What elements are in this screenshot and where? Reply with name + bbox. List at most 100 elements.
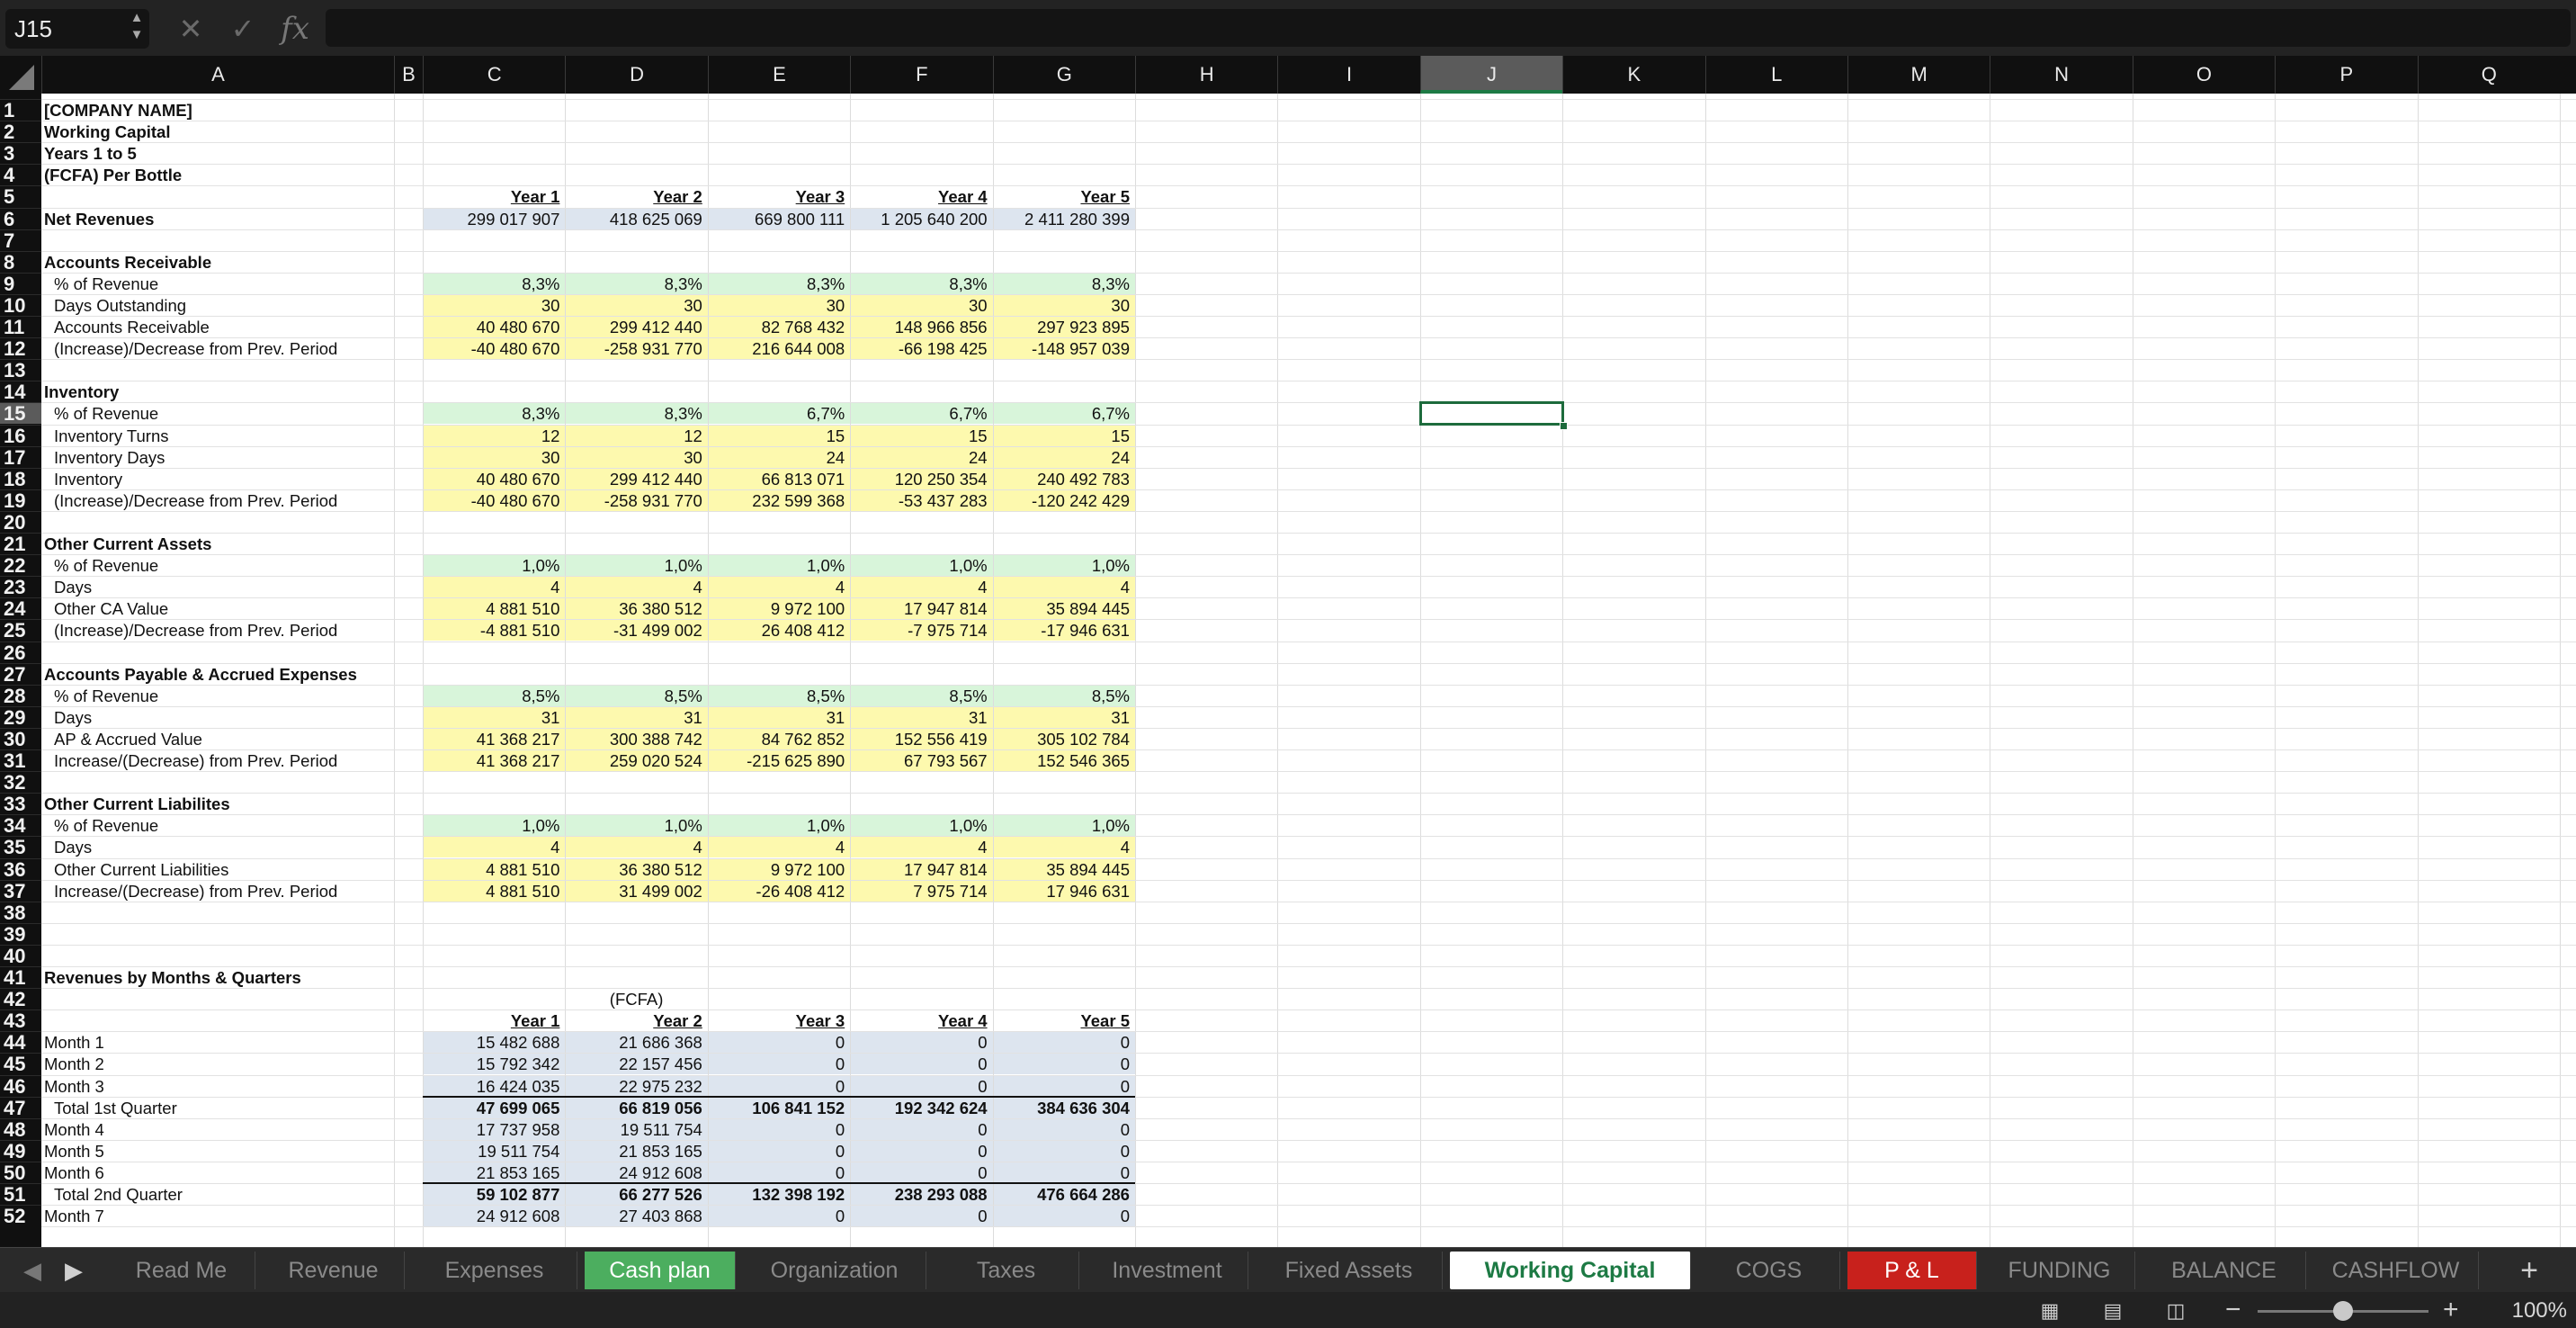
net-revenue-value[interactable]: 1 205 640 200 (850, 209, 992, 230)
value-cell[interactable]: 4 (565, 577, 707, 598)
page-layout-icon[interactable]: ▤ (2099, 1299, 2126, 1323)
value-cell[interactable]: 4 (708, 837, 850, 858)
value-cell[interactable]: 6,7% (850, 403, 992, 425)
row-label[interactable]: Days (41, 707, 394, 729)
value-cell[interactable]: 82 768 432 (708, 317, 850, 338)
fill-handle[interactable] (1560, 421, 1569, 430)
row-header-43[interactable]: 43 (0, 1009, 41, 1032)
month-value[interactable]: 24 912 608 (423, 1206, 565, 1227)
net-revenue-value[interactable]: 299 017 907 (423, 209, 565, 230)
period-cell[interactable]: Years 1 to 5 (41, 143, 394, 165)
month-value[interactable]: 0 (708, 1054, 850, 1075)
year-header-cell[interactable]: Year 4 (850, 1010, 992, 1032)
value-cell[interactable]: 120 250 354 (850, 469, 992, 490)
month-value[interactable]: 0 (850, 1032, 992, 1054)
row-label[interactable]: Increase/(Decrease) from Prev. Period (41, 750, 394, 772)
quarter-total-label[interactable]: Total 1st Quarter (41, 1098, 394, 1119)
month-value[interactable]: 15 482 688 (423, 1032, 565, 1054)
selected-cell-outline[interactable] (1418, 401, 1565, 426)
month-value[interactable]: 0 (850, 1162, 992, 1184)
row-label[interactable]: % of Revenue (41, 403, 394, 425)
sheet-tab-read-me[interactable]: Read Me (108, 1252, 255, 1289)
month-value[interactable]: 0 (993, 1162, 1135, 1184)
value-cell[interactable]: 8,3% (565, 274, 707, 295)
value-cell[interactable]: 66 813 071 (708, 469, 850, 490)
value-cell[interactable]: 4 (850, 837, 992, 858)
value-cell[interactable]: 4 (993, 577, 1135, 598)
value-cell[interactable]: 8,3% (423, 403, 565, 425)
value-cell[interactable]: 24 (993, 447, 1135, 469)
row-label[interactable]: (Increase)/Decrease from Prev. Period (41, 338, 394, 360)
month-value[interactable]: 0 (850, 1076, 992, 1098)
value-cell[interactable]: 41 368 217 (423, 729, 565, 750)
value-cell[interactable]: 67 793 567 (850, 750, 992, 772)
row-header-1[interactable]: 1 (0, 99, 41, 121)
row-header-32[interactable]: 32 (0, 771, 41, 794)
row-header-29[interactable]: 29 (0, 705, 41, 728)
column-header-m[interactable]: M (1847, 56, 1990, 94)
cancel-icon[interactable]: ✕ (173, 11, 209, 47)
row-header-36[interactable]: 36 (0, 857, 41, 880)
value-cell[interactable]: 4 (423, 837, 565, 858)
value-cell[interactable]: 24 (708, 447, 850, 469)
year-header-cell[interactable]: Year 5 (993, 1010, 1135, 1032)
row-header-9[interactable]: 9 (0, 272, 41, 294)
zoom-in-button[interactable]: + (2443, 1294, 2459, 1326)
row-header-18[interactable]: 18 (0, 467, 41, 489)
month-value[interactable]: 0 (993, 1119, 1135, 1141)
column-header-a[interactable]: A (41, 56, 394, 94)
year-header-cell[interactable]: Year 2 (565, 1010, 707, 1032)
month-value[interactable]: 17 737 958 (423, 1119, 565, 1141)
value-cell[interactable]: -40 480 670 (423, 338, 565, 360)
row-header-28[interactable]: 28 (0, 684, 41, 706)
value-cell[interactable]: 148 966 856 (850, 317, 992, 338)
row-header-46[interactable]: 46 (0, 1074, 41, 1097)
section-title[interactable]: Other Current Assets (41, 534, 394, 555)
value-cell[interactable]: 41 368 217 (423, 750, 565, 772)
month-label[interactable]: Month 2 (41, 1054, 394, 1075)
row-label[interactable]: Increase/(Decrease) from Prev. Period (41, 881, 394, 902)
row-label[interactable]: Accounts Receivable (41, 317, 394, 338)
value-cell[interactable]: -31 499 002 (565, 620, 707, 642)
row-label[interactable]: % of Revenue (41, 555, 394, 577)
quarter-total-value[interactable]: 384 636 304 (993, 1098, 1135, 1119)
value-cell[interactable]: 17 947 814 (850, 859, 992, 881)
value-cell[interactable]: 240 492 783 (993, 469, 1135, 490)
value-cell[interactable]: 15 (708, 426, 850, 447)
month-value[interactable]: 0 (850, 1119, 992, 1141)
revenues-months-title[interactable]: Revenues by Months & Quarters (41, 967, 394, 989)
month-value[interactable]: 21 686 368 (565, 1032, 707, 1054)
value-cell[interactable]: 30 (423, 295, 565, 317)
value-cell[interactable]: 4 881 510 (423, 859, 565, 881)
year-header-cell[interactable]: Year 5 (993, 186, 1135, 208)
value-cell[interactable]: 8,3% (850, 274, 992, 295)
row-label[interactable]: Days (41, 577, 394, 598)
value-cell[interactable]: 1,0% (993, 815, 1135, 837)
row-header-48[interactable]: 48 (0, 1117, 41, 1140)
quarter-total-value[interactable]: 476 664 286 (993, 1184, 1135, 1206)
unit-cell[interactable]: (FCFA) Per Bottle (41, 165, 394, 186)
sheet-tab-cashflow[interactable]: CASHFLOW (2313, 1252, 2479, 1289)
value-cell[interactable]: 8,3% (708, 274, 850, 295)
quarter-total-value[interactable]: 192 342 624 (850, 1098, 992, 1119)
sheet-title-cell[interactable]: Working Capital (41, 121, 394, 143)
value-cell[interactable]: 9 972 100 (708, 598, 850, 620)
row-label[interactable]: Other Current Liabilities (41, 859, 394, 881)
month-label[interactable]: Month 3 (41, 1076, 394, 1098)
section-title[interactable]: Accounts Receivable (41, 252, 394, 274)
row-header-39[interactable]: 39 (0, 922, 41, 945)
value-cell[interactable]: 232 599 368 (708, 490, 850, 512)
section-title[interactable]: Accounts Payable & Accrued Expenses (41, 664, 394, 686)
row-header-4[interactable]: 4 (0, 164, 41, 186)
month-value[interactable]: 0 (708, 1141, 850, 1162)
currency-label-cell[interactable]: (FCFA) (565, 989, 707, 1010)
row-header-11[interactable]: 11 (0, 316, 41, 338)
month-value[interactable]: 0 (993, 1054, 1135, 1075)
column-header-o[interactable]: O (2132, 56, 2275, 94)
value-cell[interactable]: 299 412 440 (565, 469, 707, 490)
month-label[interactable]: Month 5 (41, 1141, 394, 1162)
month-value[interactable]: 19 511 754 (565, 1119, 707, 1141)
value-cell[interactable]: 30 (565, 295, 707, 317)
row-header-7[interactable]: 7 (0, 229, 41, 251)
year-header-cell[interactable]: Year 3 (708, 1010, 850, 1032)
